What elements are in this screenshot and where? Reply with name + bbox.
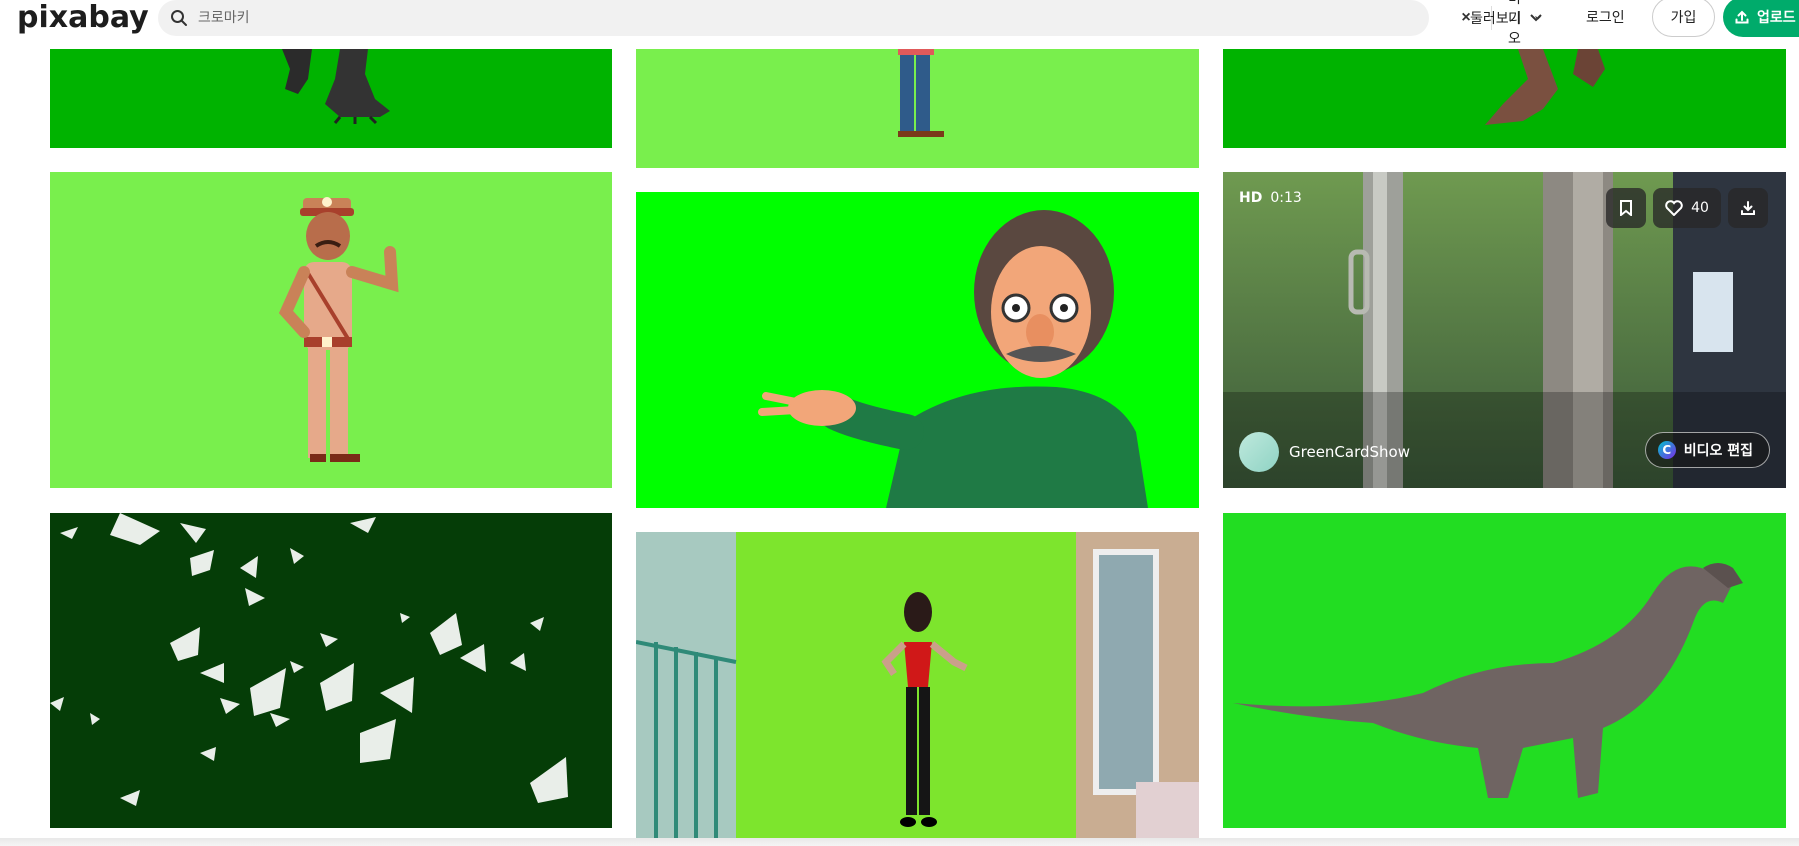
- search-icon: [171, 10, 187, 26]
- bookmark-icon: [1620, 200, 1632, 216]
- video-tile-brachiosaurus[interactable]: [1223, 513, 1786, 828]
- video-tile-gorilla-feet[interactable]: [50, 49, 612, 148]
- like-button[interactable]: 40: [1653, 188, 1721, 228]
- duration-label: 0:13: [1270, 190, 1302, 206]
- search-bar[interactable]: × 비디오: [158, 0, 1541, 47]
- brachiosaurus-thumbnail: [1223, 513, 1786, 828]
- explore-menu[interactable]: 둘러보기: [1470, 6, 1542, 30]
- doves-thumbnail: [50, 513, 612, 828]
- canva-icon: C: [1657, 441, 1676, 459]
- upload-label: 업로드: [1757, 10, 1796, 26]
- author-info[interactable]: GreenCardShow: [1239, 432, 1410, 472]
- upload-icon: [1735, 10, 1749, 24]
- dancer-thumbnail: [636, 532, 1199, 838]
- search-input[interactable]: [198, 6, 1248, 30]
- upload-button[interactable]: 업로드: [1723, 0, 1799, 37]
- pixabay-logo[interactable]: pixabay: [17, 0, 149, 35]
- video-tile-doves[interactable]: [50, 513, 612, 828]
- login-link[interactable]: 로그인: [1586, 6, 1625, 30]
- video-tile-grandpa-cartoon[interactable]: [636, 192, 1199, 508]
- explore-label: 둘러보기: [1470, 11, 1522, 27]
- dino-foot-thumbnail: [1223, 49, 1786, 148]
- quality-label: HD: [1239, 190, 1263, 206]
- video-tile-man-legs[interactable]: [636, 49, 1199, 168]
- police-cartoon-thumbnail: [50, 172, 612, 488]
- grandpa-cartoon-thumbnail: [636, 192, 1199, 508]
- video-tile-window-frame[interactable]: HD 0:13 40 GreenCardShow C 비디오 편집: [1223, 172, 1786, 488]
- video-quality-badge: HD 0:13: [1239, 190, 1302, 206]
- video-tile-dino-foot[interactable]: [1223, 49, 1786, 148]
- like-count: 40: [1691, 200, 1709, 216]
- edit-video-label: 비디오 편집: [1683, 443, 1753, 459]
- join-button[interactable]: 가입: [1652, 0, 1715, 37]
- chevron-down-icon: [1529, 14, 1542, 22]
- avatar: [1239, 432, 1279, 472]
- man-legs-thumbnail: [636, 49, 1199, 168]
- edit-video-button[interactable]: C 비디오 편집: [1644, 432, 1770, 468]
- author-name: GreenCardShow: [1289, 443, 1410, 461]
- video-tile-dancer[interactable]: [636, 532, 1199, 838]
- bookmark-button[interactable]: [1606, 188, 1646, 228]
- heart-icon: [1665, 200, 1683, 216]
- top-header: pixabay × 비디오 둘러보기 로그인 가입 업로드: [0, 0, 1799, 49]
- download-icon: [1741, 201, 1755, 215]
- video-tile-police-cartoon[interactable]: [50, 172, 612, 488]
- bottom-scroll-edge: [0, 838, 1799, 846]
- download-button[interactable]: [1728, 188, 1768, 228]
- gorilla-feet-thumbnail: [50, 49, 612, 148]
